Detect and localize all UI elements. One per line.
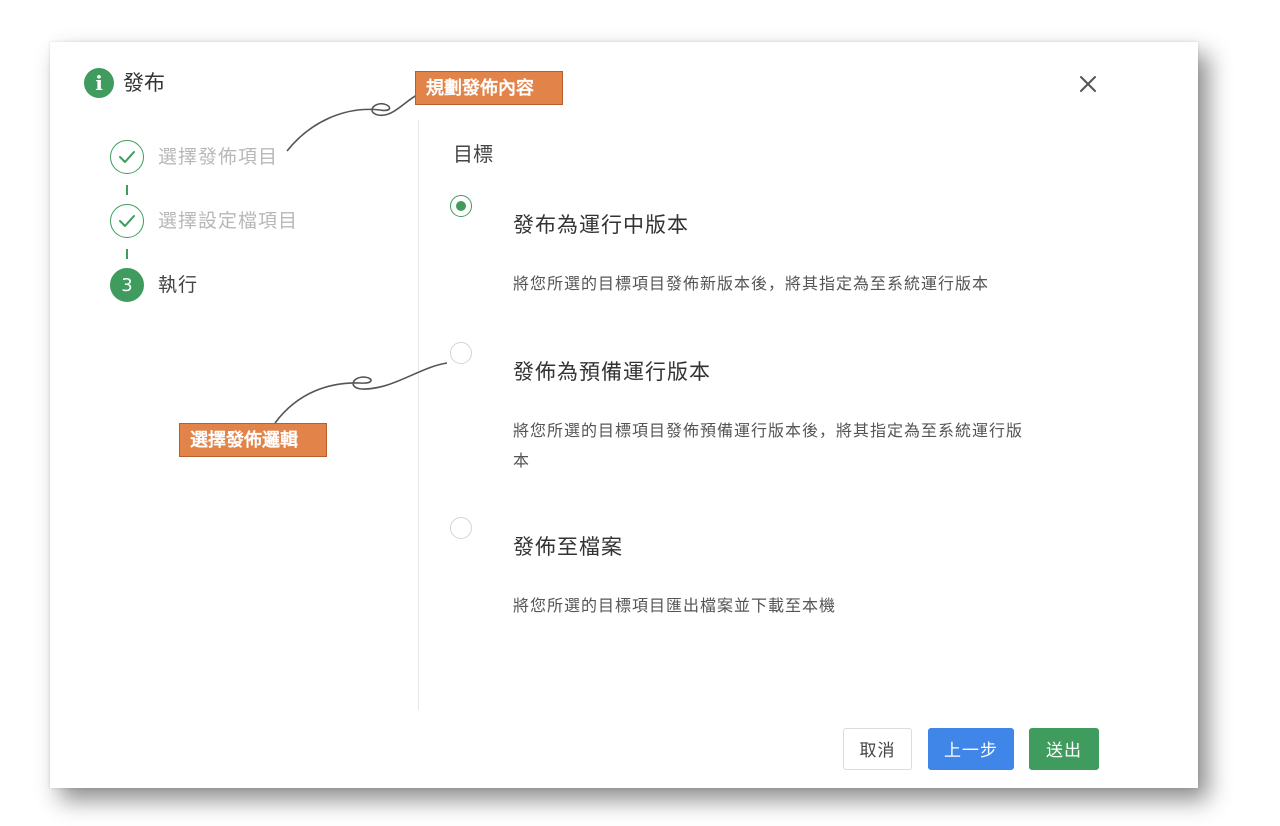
option-title: 發布為運行中版本 [513,213,689,237]
option-publish-running[interactable]: 發布為運行中版本 將您所選的目標項目發佈新版本後，將其指定為至系統運行版本 [450,195,1090,305]
radio-publish-standby[interactable] [450,342,472,364]
step-execute: 3 執行 [110,268,410,304]
submit-button[interactable]: 送出 [1029,728,1099,770]
radio-publish-file[interactable] [450,517,472,539]
target-section-title: 目標 [453,142,493,166]
check-icon [119,215,135,227]
step-completed-circle [110,140,144,174]
option-description: 將您所選的目標項目發佈預備運行版本後，將其指定為至系統運行版本 [513,421,1024,470]
step-label: 選擇發佈項目 [158,146,279,168]
option-title: 發佈至檔案 [513,535,623,559]
step-connector [126,249,128,259]
close-icon [1080,76,1096,92]
vertical-divider [418,120,419,710]
step-select-profile-items: 選擇設定檔項目 [110,204,410,240]
close-button[interactable] [1074,70,1102,98]
radio-publish-running[interactable] [450,195,472,217]
option-description: 將您所選的目標項目發佈新版本後，將其指定為至系統運行版本 [513,274,990,293]
step-select-publish-items: 選擇發佈項目 [110,140,410,176]
step-active-number: 3 [110,268,144,302]
option-title: 發佈為預備運行版本 [513,360,711,384]
option-description: 將您所選的目標項目匯出檔案並下載至本機 [513,596,837,615]
info-icon: i [84,68,114,98]
step-completed-circle [110,204,144,238]
callout-plan-publish-content: 規劃發佈內容 [415,71,563,105]
dialog-title: 發布 [123,71,165,95]
check-icon [119,151,135,163]
publish-dialog: i 發布 選擇發佈項目 選擇設定檔項目 3 執行 目標 發布為運行中版本 將您所… [50,42,1198,788]
cancel-button[interactable]: 取消 [843,728,912,770]
step-connector [126,185,128,195]
step-label: 執行 [158,274,199,296]
previous-step-button[interactable]: 上一步 [928,728,1014,770]
option-publish-file[interactable]: 發佈至檔案 將您所選的目標項目匯出檔案並下載至本機 [450,517,1090,627]
option-publish-standby[interactable]: 發佈為預備運行版本 將您所選的目標項目發佈預備運行版本後，將其指定為至系統運行版… [450,342,1090,482]
step-label: 選擇設定檔項目 [158,210,299,232]
screenshot-stage: i 發布 選擇發佈項目 選擇設定檔項目 3 執行 目標 發布為運行中版本 將您所… [0,0,1280,826]
callout-select-publish-logic: 選擇發佈邏輯 [179,423,327,457]
